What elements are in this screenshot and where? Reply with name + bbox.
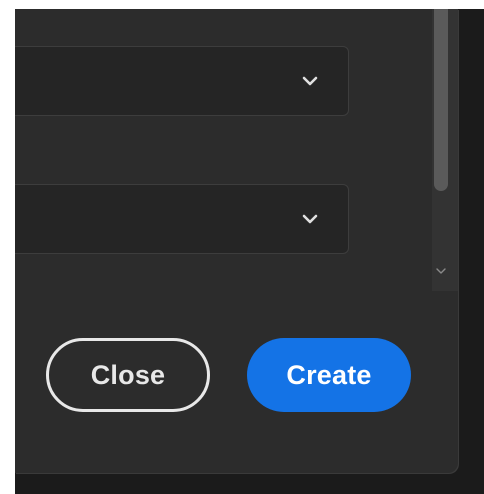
vertical-scrollbar[interactable]	[432, 9, 458, 291]
create-dialog: Close Create	[15, 9, 458, 473]
dialog-scroll-area	[15, 9, 432, 291]
chevron-down-icon	[302, 76, 318, 86]
second-dropdown[interactable]	[15, 184, 349, 254]
chevron-down-icon	[302, 214, 318, 224]
app-backdrop: Close Create	[15, 9, 484, 494]
scroll-down-arrow-icon[interactable]	[436, 267, 446, 275]
scrollbar-thumb[interactable]	[434, 9, 448, 191]
close-button[interactable]: Close	[46, 338, 210, 412]
create-button[interactable]: Create	[247, 338, 411, 412]
first-dropdown[interactable]	[15, 46, 349, 116]
